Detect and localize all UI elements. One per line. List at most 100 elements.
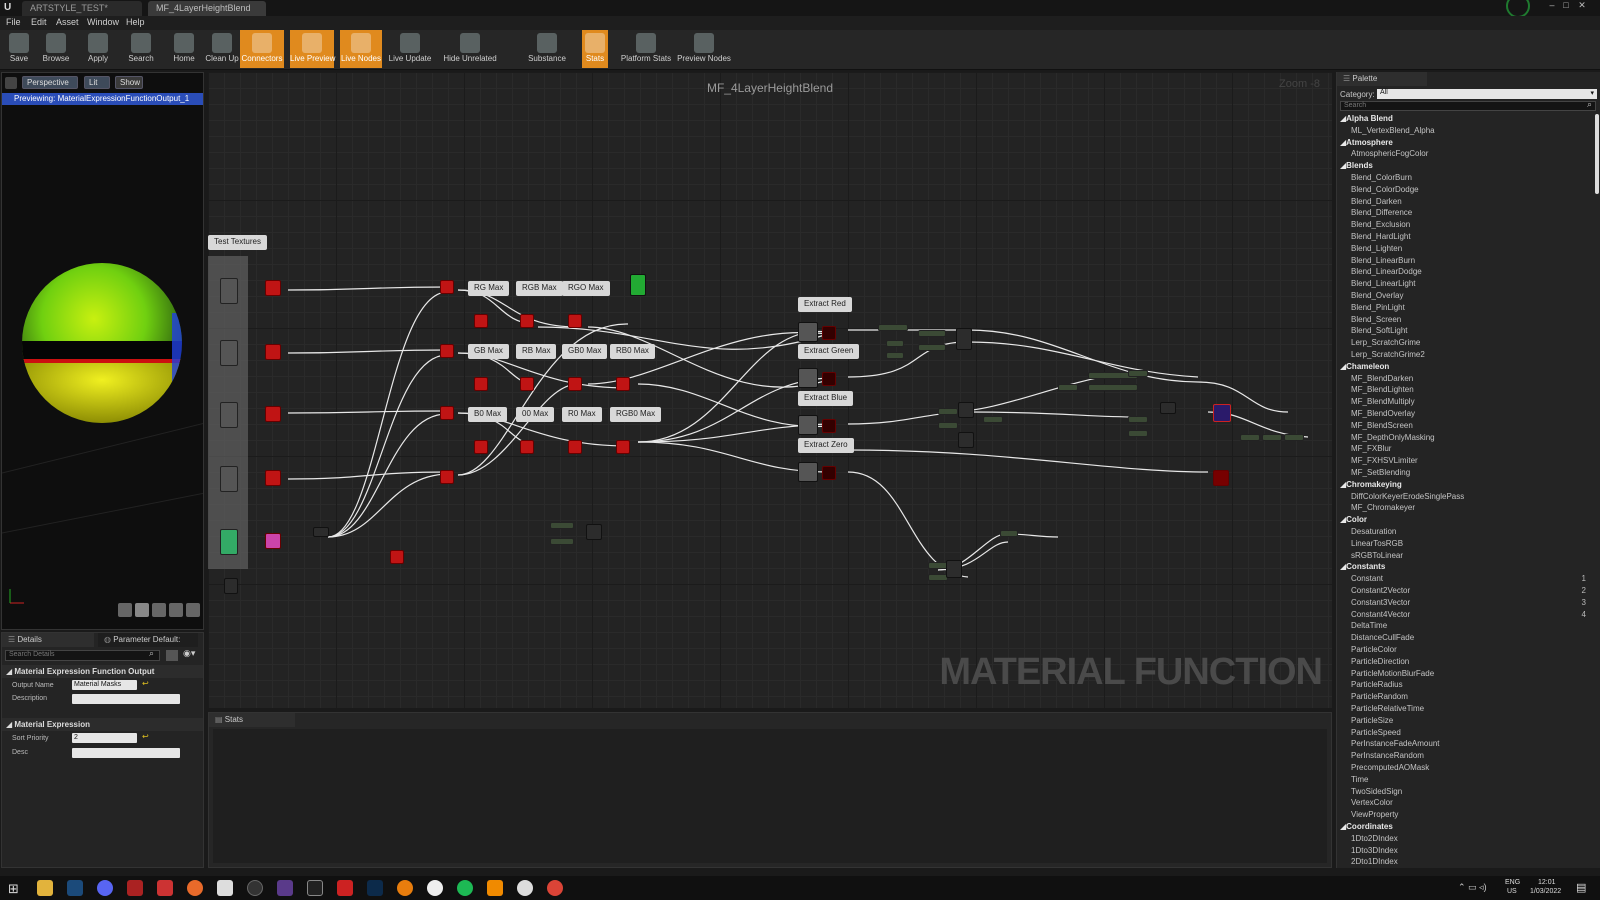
palette-item[interactable]: ParticleRelativeTime: [1351, 704, 1424, 713]
palette-item[interactable]: MF_BlendMultiply: [1351, 397, 1415, 406]
chrome-icon[interactable]: [547, 880, 563, 896]
acrobat-icon[interactable]: [337, 880, 353, 896]
comment-b0-max[interactable]: B0 Max: [468, 407, 508, 422]
app-icon-white[interactable]: [217, 880, 233, 896]
math-node[interactable]: [938, 408, 958, 415]
steam-icon[interactable]: [67, 880, 83, 896]
palette-item[interactable]: MF_BlendDarken: [1351, 374, 1413, 383]
comment-extract-blue[interactable]: Extract Blue: [798, 391, 854, 406]
palette-item[interactable]: MF_DepthOnlyMasking: [1351, 433, 1435, 442]
home-button[interactable]: Home: [170, 30, 198, 68]
teapot-preview-icon[interactable]: [186, 603, 200, 617]
palette-item[interactable]: Blend_Lighten: [1351, 244, 1402, 253]
math-node[interactable]: [1000, 530, 1018, 537]
math-node[interactable]: [1284, 434, 1304, 441]
palette-item[interactable]: Blend_HardLight: [1351, 232, 1411, 241]
app-icon-dark[interactable]: [247, 880, 263, 896]
app-icon-circle[interactable]: [427, 880, 443, 896]
palette-category[interactable]: ◢Alpha Blend: [1340, 114, 1393, 123]
palette-category[interactable]: ◢Chromakeying: [1340, 480, 1402, 489]
extract-output-node[interactable]: [822, 372, 836, 386]
math-node[interactable]: [1240, 434, 1260, 441]
math-node[interactable]: [1058, 384, 1078, 391]
category-select[interactable]: All ▾: [1377, 89, 1597, 99]
comment-rgo-max[interactable]: RGO Max: [562, 281, 610, 296]
max-node[interactable]: [440, 280, 454, 294]
math-node[interactable]: [550, 538, 574, 545]
output-preview-node[interactable]: [1213, 404, 1231, 422]
sort-priority-field[interactable]: 2: [72, 733, 137, 743]
extract-output-node[interactable]: [822, 326, 836, 340]
tab-mf-4layerheightblend[interactable]: MF_4LayerHeightBlend: [148, 1, 266, 16]
palette-item[interactable]: ViewProperty: [1351, 810, 1398, 819]
material-graph[interactable]: MF_4LayerHeightBlend Zoom -8 Test Textur…: [208, 72, 1332, 708]
search-button[interactable]: Search: [124, 30, 158, 68]
math-node[interactable]: [1160, 402, 1176, 414]
clean-up-button[interactable]: Clean Up: [204, 30, 240, 68]
browse-button[interactable]: Browse: [38, 30, 74, 68]
clock-date[interactable]: 1/03/2022: [1530, 888, 1561, 895]
red-mask-node[interactable]: [265, 406, 281, 422]
section-function-output[interactable]: ◢ Material Expression Function Output: [2, 665, 203, 678]
comment-rg-max[interactable]: RG Max: [468, 281, 510, 296]
palette-item[interactable]: LinearTosRGB: [1351, 539, 1403, 548]
extract-node[interactable]: [798, 368, 818, 388]
max-node[interactable]: [440, 406, 454, 420]
math-node[interactable]: [1088, 384, 1138, 391]
minimize-icon[interactable]: –: [1546, 0, 1558, 10]
unreal-engine-icon[interactable]: [517, 880, 533, 896]
preview-nodes-button[interactable]: Preview Nodes: [676, 30, 732, 68]
palette-item[interactable]: Desaturation: [1351, 527, 1396, 536]
palette-item[interactable]: MF_SetBlending: [1351, 468, 1410, 477]
firefox-icon[interactable]: [187, 880, 203, 896]
palette-item[interactable]: PrecomputedAOMask: [1351, 763, 1429, 772]
palette-item[interactable]: Blend_Exclusion: [1351, 220, 1410, 229]
extract-output-node[interactable]: [822, 466, 836, 480]
red-mask-node[interactable]: [265, 470, 281, 486]
live-update-button[interactable]: Live Update: [388, 30, 432, 68]
rgb-mask-node[interactable]: [265, 533, 281, 549]
math-node[interactable]: [928, 562, 948, 569]
tab-palette[interactable]: ☰ Palette: [1337, 72, 1427, 86]
reset-arrow-icon[interactable]: ↩: [142, 679, 149, 688]
extract-node[interactable]: [798, 462, 818, 482]
preview-viewport[interactable]: Perspective Lit Show Previewing: Materia…: [1, 72, 204, 630]
palette-item[interactable]: Blend_PinLight: [1351, 303, 1405, 312]
math-node[interactable]: [886, 352, 904, 359]
extract-output-node[interactable]: [822, 419, 836, 433]
palette-item[interactable]: ParticleSize: [1351, 716, 1393, 725]
max-output-node[interactable]: [474, 314, 488, 328]
palette-item[interactable]: ParticleRadius: [1351, 680, 1403, 689]
palette-item[interactable]: Blend_ColorDodge: [1351, 185, 1419, 194]
palette-item[interactable]: DistanceCullFade: [1351, 633, 1414, 642]
math-node[interactable]: [918, 344, 946, 351]
palette-item[interactable]: AtmosphericFogColor: [1351, 149, 1428, 158]
cube-preview-icon[interactable]: [169, 603, 183, 617]
comment-extract-red[interactable]: Extract Red: [798, 297, 852, 312]
red-mask-node[interactable]: [265, 344, 281, 360]
max-output-node[interactable]: [520, 377, 534, 391]
keyboard-language[interactable]: ENG: [1505, 879, 1520, 886]
comment-extract-zero[interactable]: Extract Zero: [798, 438, 854, 453]
notification-center-icon[interactable]: ▤: [1576, 881, 1586, 894]
eye-icon[interactable]: ◉▾: [183, 648, 195, 659]
math-node[interactable]: [586, 524, 602, 540]
app-icon-red-2[interactable]: [157, 880, 173, 896]
color-preview-node[interactable]: [630, 274, 646, 296]
palette-item[interactable]: Time: [1351, 775, 1368, 784]
output-node[interactable]: [1213, 470, 1229, 486]
apply-button[interactable]: Apply: [84, 30, 112, 68]
math-node[interactable]: [983, 416, 1003, 423]
grid-view-icon[interactable]: [166, 650, 178, 661]
math-node[interactable]: [1128, 370, 1148, 377]
math-node[interactable]: [958, 432, 974, 448]
live-nodes-button[interactable]: Live Nodes: [340, 30, 382, 68]
menu-help[interactable]: Help: [126, 17, 145, 27]
math-node[interactable]: [958, 402, 974, 418]
math-node[interactable]: [946, 560, 962, 578]
extract-node[interactable]: [798, 322, 818, 342]
math-node[interactable]: [928, 574, 948, 581]
palette-search-input[interactable]: Search: [1340, 101, 1596, 111]
palette-scrollbar[interactable]: [1595, 114, 1599, 194]
palette-item[interactable]: ParticleSpeed: [1351, 728, 1401, 737]
